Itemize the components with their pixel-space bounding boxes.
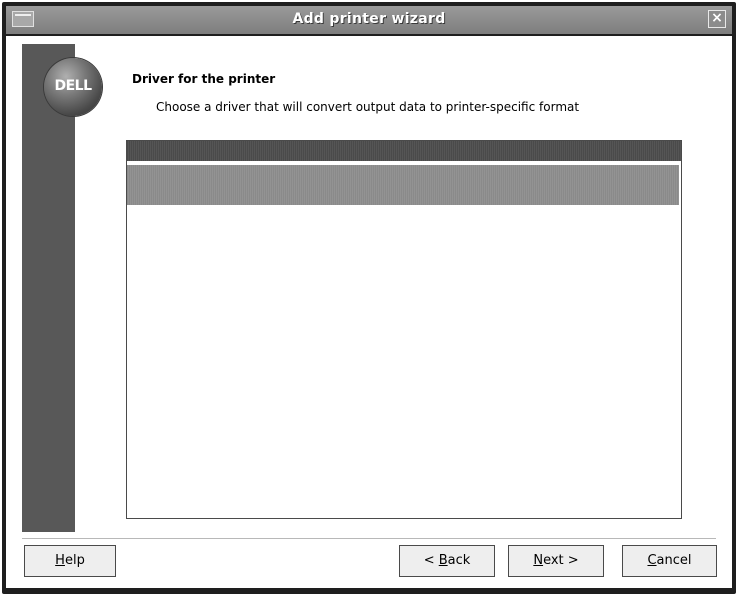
list-item[interactable] (127, 165, 679, 205)
help-button[interactable]: Help (24, 545, 116, 577)
list-header (127, 141, 681, 161)
driver-list[interactable] (126, 140, 682, 519)
back-button[interactable]: < Back (399, 545, 495, 577)
logo-text: DELL (54, 78, 92, 94)
window-title: Add printer wizard (292, 11, 446, 27)
next-button[interactable]: Next > (508, 545, 604, 577)
cancel-mnemonic: C (647, 553, 657, 568)
back-prefix: < (423, 553, 439, 568)
help-mnemonic: H (55, 553, 65, 568)
button-separator (22, 538, 716, 539)
close-icon[interactable]: × (708, 10, 726, 28)
page-title: Driver for the printer (132, 72, 276, 86)
wizard-content: DELL Driver for the printer Choose a dri… (6, 36, 732, 588)
page-subtitle: Choose a driver that will convert output… (156, 100, 580, 114)
sidebar-banner (22, 44, 75, 532)
next-label: ext > (543, 553, 579, 568)
title-bar[interactable]: Add printer wizard × (6, 6, 732, 34)
dell-logo: DELL (44, 58, 102, 116)
cancel-button[interactable]: Cancel (622, 545, 717, 577)
cancel-label: ancel (656, 553, 692, 568)
back-mnemonic: B (438, 553, 448, 568)
back-label: ack (447, 553, 471, 568)
help-label: elp (64, 553, 85, 568)
next-mnemonic: N (533, 553, 544, 568)
wizard-window: Add printer wizard × DELL Driver for the… (2, 2, 736, 594)
